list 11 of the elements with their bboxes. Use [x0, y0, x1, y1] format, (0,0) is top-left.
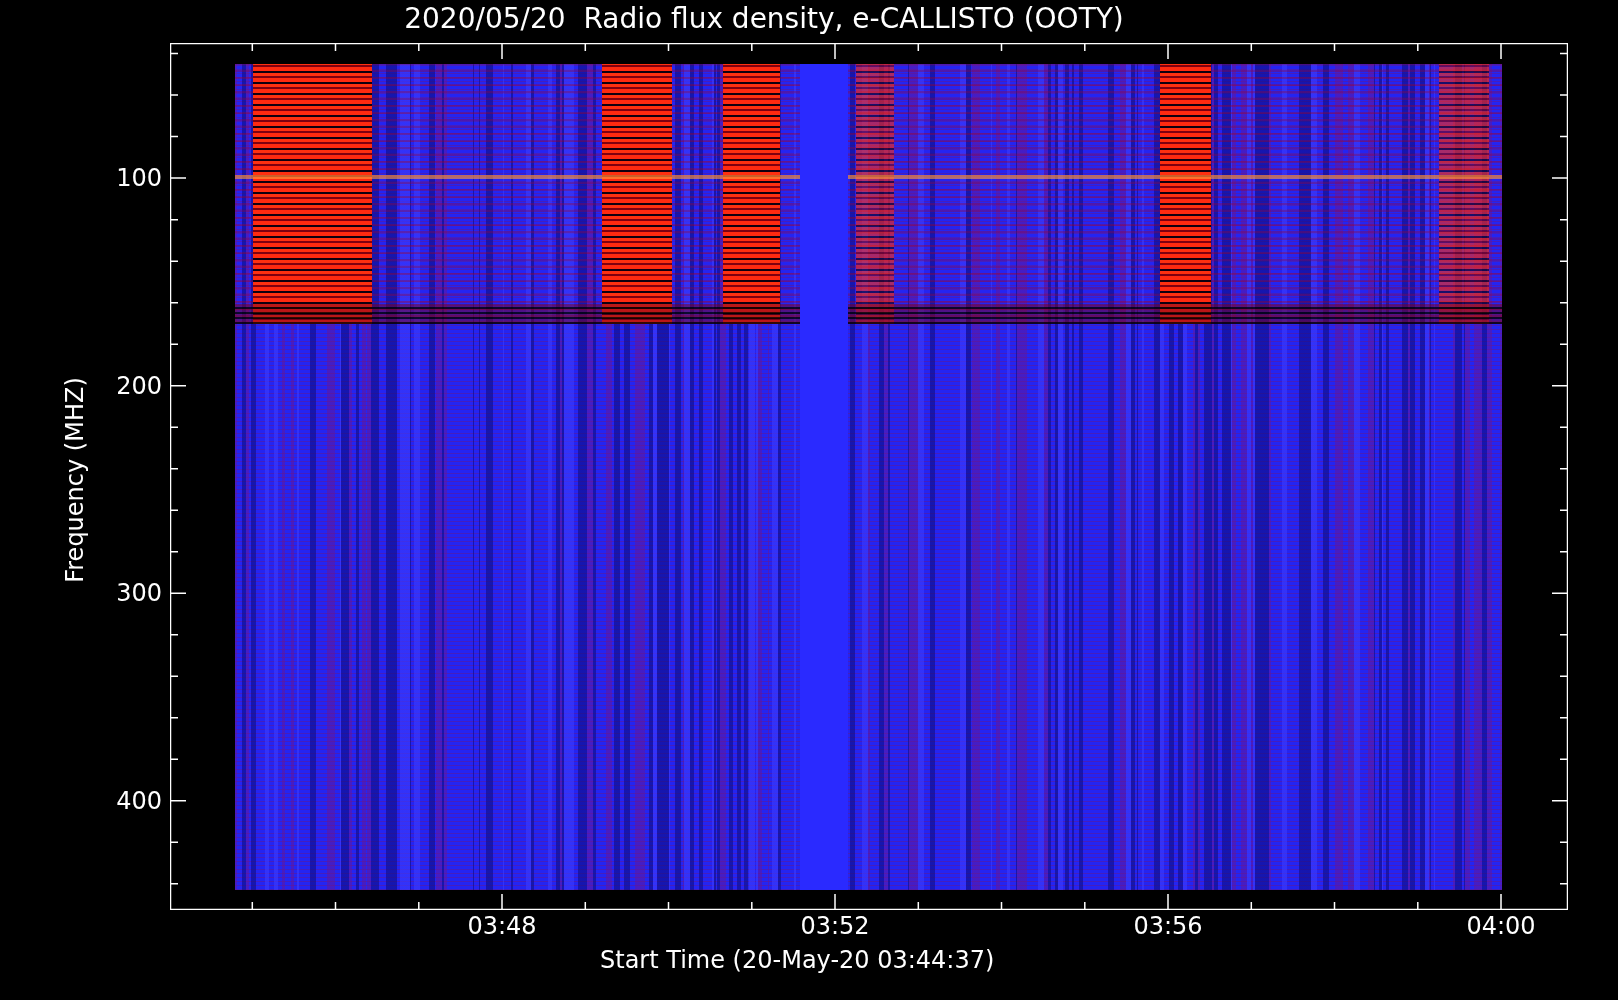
- y-tick-label: 300: [116, 579, 162, 608]
- y-tick-label: 400: [116, 786, 162, 815]
- y-axis-label: Frequency (MHZ): [61, 377, 89, 583]
- x-axis-label: Start Time (20-May-20 03:44:37): [600, 946, 995, 976]
- y-tick-label: 100: [116, 164, 162, 193]
- y-tick-label: 200: [116, 371, 162, 400]
- x-tick-label: 03:52: [800, 912, 870, 940]
- x-tick-label: 03:48: [467, 912, 537, 940]
- plot-title: 2020/05/20 Radio flux density, e-CALLISTO (OOTY): [404, 1, 1124, 37]
- x-tick-label: 03:56: [1133, 912, 1203, 940]
- x-tick-label: 04:00: [1466, 912, 1536, 940]
